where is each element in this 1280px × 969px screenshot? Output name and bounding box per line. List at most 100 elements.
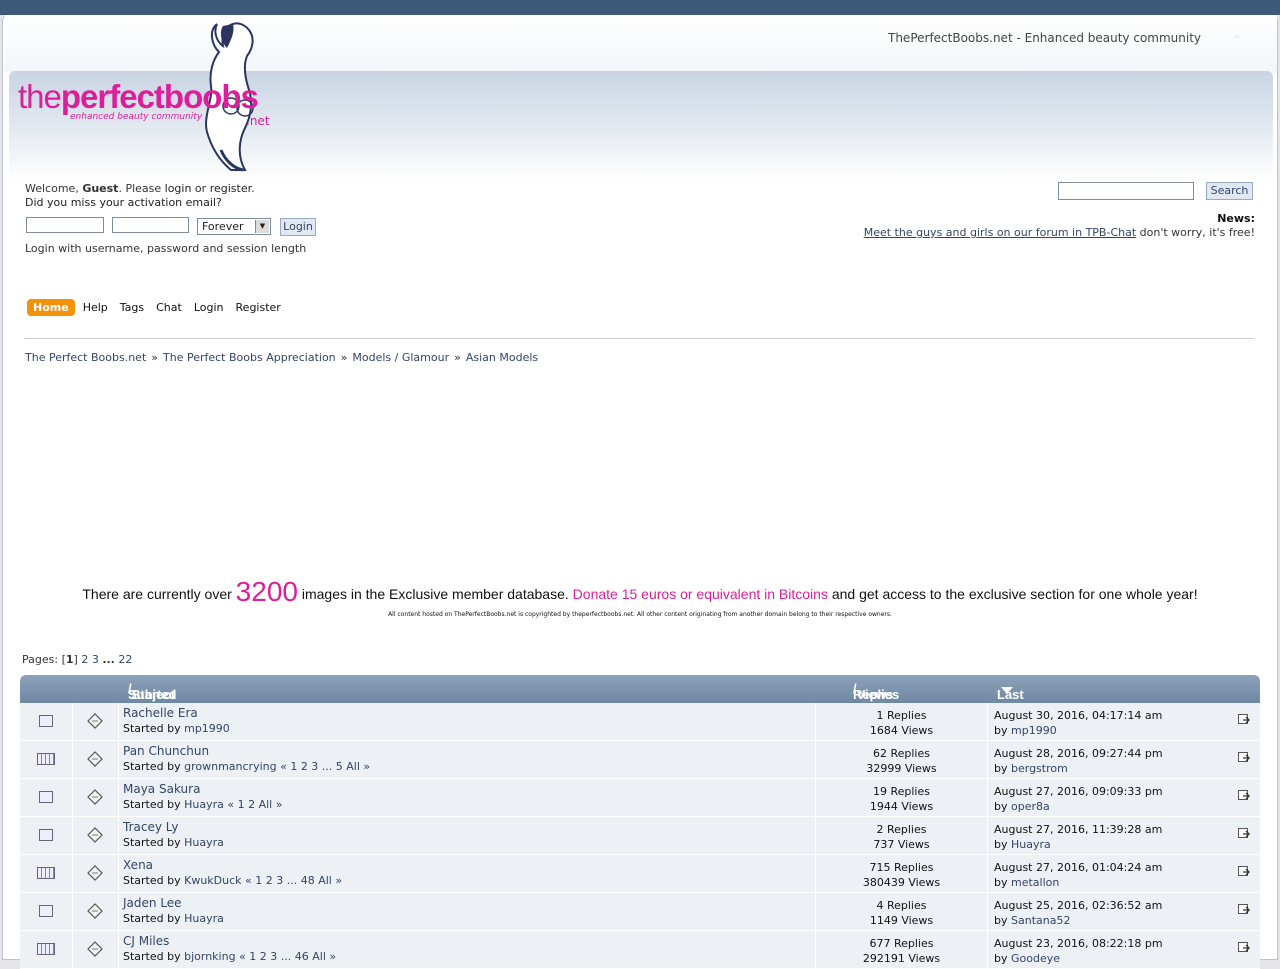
donate-link[interactable]: Donate 15 euros or equivalent in Bitcoin… bbox=[573, 586, 828, 602]
topic-title-link[interactable]: Xena bbox=[123, 858, 815, 873]
register-link[interactable]: register bbox=[210, 182, 251, 195]
topic-status-cell bbox=[20, 703, 73, 740]
topic-title-link[interactable]: Pan Chunchun bbox=[123, 744, 815, 759]
topic-page-links[interactable]: « 1 2 All » bbox=[227, 798, 282, 811]
session-length-value: Forever bbox=[202, 220, 244, 233]
last-post-author-link[interactable]: mp1990 bbox=[1011, 724, 1057, 737]
last-post-date: August 30, 2016, 04:17:14 am bbox=[994, 709, 1163, 722]
last-post-author-link[interactable]: Huayra bbox=[1011, 838, 1051, 851]
menu-login[interactable]: Login bbox=[194, 301, 224, 314]
last-post-author-link[interactable]: Goodeye bbox=[1011, 952, 1060, 965]
breadcrumb-home[interactable]: The Perfect Boobs.net bbox=[25, 351, 146, 364]
collapse-header-icon[interactable]: ⌃ bbox=[1229, 33, 1245, 49]
breadcrumb-models[interactable]: Models / Glamour bbox=[352, 351, 449, 364]
topic-page-links[interactable]: « 1 2 3 ... 48 All » bbox=[245, 874, 342, 887]
last-post-cell: August 27, 2016, 11:39:28 am by Huayra bbox=[988, 817, 1260, 854]
username-input[interactable] bbox=[26, 217, 104, 233]
search-input[interactable] bbox=[1058, 182, 1194, 200]
started-by-label: Started by bbox=[123, 798, 185, 811]
site-logo[interactable]: theperfectboobs enhanced beauty communit… bbox=[18, 20, 278, 172]
topic-subject-cell: Maya Sakura Started by Huayra « 1 2 All » bbox=[119, 779, 816, 816]
topic-table: Subject / Started by Replies / Views Las… bbox=[20, 675, 1260, 969]
news-label: News: bbox=[1217, 212, 1255, 225]
last-post-icon[interactable] bbox=[1238, 790, 1250, 802]
header-subject: Subject / Started by bbox=[128, 681, 176, 717]
last-post-date: August 27, 2016, 01:04:24 am bbox=[994, 861, 1163, 874]
topic-author-link[interactable]: KwukDuck bbox=[184, 874, 241, 887]
or-text: or bbox=[191, 182, 210, 195]
page-link-3[interactable]: 3 bbox=[92, 653, 99, 666]
welcome-block: Welcome, Guest. Please login or register… bbox=[25, 182, 255, 210]
last-post-icon[interactable] bbox=[1238, 866, 1250, 878]
menu-tags[interactable]: Tags bbox=[120, 301, 144, 314]
last-post-cell: August 30, 2016, 04:17:14 am by mp1990 bbox=[988, 703, 1260, 740]
replies-count: 2 Replies bbox=[876, 823, 927, 836]
topic-author-link[interactable]: bjornking bbox=[184, 950, 235, 963]
started-by-label: Started by bbox=[123, 722, 185, 735]
login-link[interactable]: login bbox=[165, 182, 192, 195]
page-link-2[interactable]: 2 bbox=[81, 653, 88, 666]
message-tag-icon bbox=[87, 713, 103, 729]
message-tag-icon bbox=[87, 903, 103, 919]
last-post-cell: August 27, 2016, 01:04:24 am by metallon bbox=[988, 855, 1260, 892]
topic-title-link[interactable]: Maya Sakura bbox=[123, 782, 815, 797]
started-by-label: Started by bbox=[123, 836, 185, 849]
menu-home[interactable]: Home bbox=[27, 298, 75, 316]
last-post-icon[interactable] bbox=[1238, 942, 1250, 954]
topic-title-link[interactable]: Tracey Ly bbox=[123, 820, 815, 835]
hot-topic-icon bbox=[37, 943, 55, 955]
topic-type-cell bbox=[73, 817, 119, 854]
last-post-icon[interactable] bbox=[1238, 714, 1250, 726]
search-button[interactable]: Search bbox=[1206, 182, 1253, 200]
last-post-icon[interactable] bbox=[1238, 904, 1250, 916]
topic-author-link[interactable]: grownmancrying bbox=[184, 760, 276, 773]
topic-page-links[interactable]: « 1 2 3 ... 46 All » bbox=[239, 950, 336, 963]
menu-help[interactable]: Help bbox=[83, 301, 108, 314]
password-input[interactable] bbox=[112, 217, 189, 233]
started-by-label: Started by bbox=[123, 912, 185, 925]
breadcrumb: The Perfect Boobs.net » The Perfect Boobs… bbox=[25, 351, 538, 364]
topic-author-link[interactable]: Huayra bbox=[184, 912, 224, 925]
last-post-cell: August 23, 2016, 08:22:18 pm by Goodeye bbox=[988, 931, 1260, 968]
last-post-author-link[interactable]: bergstrom bbox=[1011, 762, 1068, 775]
login-hint: Login with username, password and sessio… bbox=[25, 242, 307, 255]
last-post-by-label: by bbox=[994, 838, 1011, 851]
table-row: Pan Chunchun Started by grownmancrying « … bbox=[20, 741, 1260, 779]
sort-desc-icon bbox=[1001, 687, 1013, 694]
last-post-icon[interactable] bbox=[1238, 828, 1250, 840]
login-button[interactable]: Login bbox=[280, 218, 316, 236]
last-post-author-link[interactable]: Santana52 bbox=[1011, 914, 1070, 927]
topic-stats-cell: 677 Replies 292191 Views bbox=[816, 931, 988, 968]
table-row: Tracey Ly Started by Huayra 2 Replies 737 … bbox=[20, 817, 1260, 855]
topic-author-link[interactable]: Huayra bbox=[184, 836, 224, 849]
last-post-author-link[interactable]: metallon bbox=[1011, 876, 1059, 889]
activation-link[interactable]: Did you miss your activation email? bbox=[25, 196, 255, 210]
topic-title-link[interactable]: Rachelle Era bbox=[123, 706, 815, 721]
last-post-author-link[interactable]: oper8a bbox=[1011, 800, 1050, 813]
topic-title-link[interactable]: CJ Miles bbox=[123, 934, 815, 949]
news-link[interactable]: Meet the guys and girls on our forum in … bbox=[864, 226, 1136, 239]
table-header: Subject / Started by Replies / Views Las… bbox=[20, 675, 1260, 717]
dropdown-arrow-icon: ▼ bbox=[255, 220, 269, 233]
message-tag-icon bbox=[87, 789, 103, 805]
breadcrumb-separator: » bbox=[151, 351, 158, 364]
session-length-select[interactable]: Forever ▼ bbox=[197, 218, 271, 235]
last-post-by-label: by bbox=[994, 724, 1011, 737]
sort-views[interactable]: Views bbox=[857, 687, 894, 702]
last-post-cell: August 25, 2016, 02:36:52 am by Santana52 bbox=[988, 893, 1260, 930]
menu-register[interactable]: Register bbox=[236, 301, 281, 314]
breadcrumb-asian-models[interactable]: Asian Models bbox=[466, 351, 538, 364]
breadcrumb-appreciation[interactable]: The Perfect Boobs Appreciation bbox=[163, 351, 336, 364]
topic-author-link[interactable]: Huayra bbox=[184, 798, 224, 811]
last-post-icon[interactable] bbox=[1238, 752, 1250, 764]
topic-subject-cell: Rachelle Era Started by mp1990 bbox=[119, 703, 816, 740]
copyright-notice: All content hosted on ThePerfectBoobs.ne… bbox=[388, 611, 892, 618]
started-by-label: Started by bbox=[123, 760, 185, 773]
topic-page-links[interactable]: « 1 2 3 ... 5 All » bbox=[280, 760, 370, 773]
topic-author-link[interactable]: mp1990 bbox=[184, 722, 230, 735]
page-link-last[interactable]: 22 bbox=[118, 653, 132, 666]
menu-chat[interactable]: Chat bbox=[156, 301, 182, 314]
topic-title-link[interactable]: Jaden Lee bbox=[123, 896, 815, 911]
header-replies: Replies / Views bbox=[853, 681, 900, 702]
replies-count: 4 Replies bbox=[876, 899, 927, 912]
